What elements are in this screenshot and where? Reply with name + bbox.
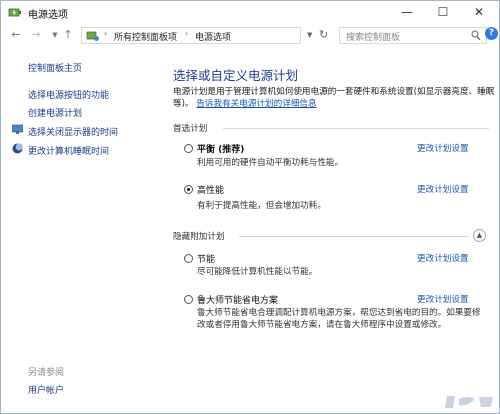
monitor-icon bbox=[12, 124, 23, 134]
main-content: 选择或自定义电源计划 电源计划是用于管理计算机如何使用电源的一套硬件和系统设置(… bbox=[161, 47, 499, 413]
control-panel-icon bbox=[86, 31, 99, 41]
navigation-bar: ← → ▼ ↑ › 所有控制面板项 › 电源选项 ▼ ↻ 搜索控制面板 bbox=[1, 25, 499, 47]
forward-arrow-icon[interactable]: → bbox=[29, 28, 43, 42]
sidebar-item-display-off-time[interactable]: 选择关闭显示器的时间 bbox=[28, 125, 118, 138]
watermark-logo bbox=[445, 396, 493, 408]
back-arrow-icon[interactable]: ← bbox=[9, 28, 23, 42]
window-title: 电源选项 bbox=[28, 10, 68, 21]
plan-high-performance-description: 有利于提高性能，但会增加功耗。 bbox=[197, 201, 326, 211]
power-options-window: 电源选项 — ☐ ✕ ← → ▼ ↑ › 所有控制面板项 › 电源选项 ▼ ↻ … bbox=[0, 0, 500, 414]
preferred-plans-label: 首选计划 bbox=[173, 124, 208, 134]
power-plan-info-link[interactable]: 告诉我有关电源计划的详细信息 bbox=[196, 99, 316, 109]
plan-ludashi-radio[interactable] bbox=[184, 295, 193, 304]
address-dropdown-chevron-icon[interactable]: ▼ bbox=[307, 31, 312, 39]
search-icon bbox=[471, 30, 481, 41]
plan-high-performance-radio[interactable] bbox=[184, 185, 193, 194]
see-also-heading: 另请参阅 bbox=[28, 368, 65, 378]
breadcrumb-power-options[interactable]: 电源选项 bbox=[195, 30, 231, 43]
sidebar-item-create-power-plan[interactable]: 创建电源计划 bbox=[28, 106, 82, 119]
plan-ludashi-description: 鲁大师节能省电合理调配计算机电源方案，帮您达到省电的目的。如果要修改或者停用鲁大… bbox=[197, 308, 481, 330]
sidebar-item-sleep-time[interactable]: 更改计算机睡眠时间 bbox=[28, 144, 109, 157]
search-input[interactable]: 搜索控制面板 bbox=[346, 30, 400, 43]
sleep-moon-icon bbox=[12, 143, 23, 154]
sidebar: 控制面板主页 选择电源按钮的功能 创建电源计划 选择关闭显示器的时间 更改计算机… bbox=[1, 47, 161, 413]
plan-power-saver-radio[interactable] bbox=[184, 254, 193, 263]
plan-power-saver-name: 节能 bbox=[197, 255, 216, 265]
plan-power-saver-description: 尽可能降低计算机性能以节能。 bbox=[197, 267, 318, 277]
plan-balanced-radio[interactable] bbox=[184, 144, 193, 153]
help-icon[interactable]: ? bbox=[485, 27, 498, 40]
collapse-chevron-up-icon[interactable]: ▲ bbox=[473, 229, 486, 242]
refresh-icon[interactable]: ↻ bbox=[319, 28, 328, 41]
hidden-plans-label: 隐藏附加计划 bbox=[173, 232, 225, 242]
search-box[interactable]: 搜索控制面板 bbox=[339, 27, 487, 44]
plan-ludashi-change-settings-link[interactable]: 更改计划设置 bbox=[417, 293, 469, 305]
close-button[interactable]: ✕ bbox=[461, 1, 497, 23]
plan-high-performance-change-settings-link[interactable]: 更改计划设置 bbox=[417, 183, 469, 195]
sidebar-control-panel-home[interactable]: 控制面板主页 bbox=[28, 61, 82, 74]
power-options-icon bbox=[8, 8, 21, 17]
breadcrumb-all-control-panel-items[interactable]: 所有控制面板项 bbox=[114, 30, 177, 43]
plan-ludashi-name: 鲁大师节能省电方案 bbox=[197, 296, 279, 306]
breadcrumb-separator-icon: › bbox=[104, 29, 108, 38]
title-bar: 电源选项 — ☐ ✕ bbox=[1, 1, 499, 25]
sidebar-item-user-accounts[interactable]: 用户帐户 bbox=[28, 383, 64, 396]
page-description: 电源计划是用于管理计算机如何使用电源的一套硬件和系统设置(如显示器亮度、睡眠等)… bbox=[173, 86, 497, 110]
plan-balanced-change-settings-link[interactable]: 更改计划设置 bbox=[417, 142, 469, 154]
page-title: 选择或自定义电源计划 bbox=[173, 68, 299, 83]
plan-high-performance-name: 高性能 bbox=[197, 186, 225, 196]
sidebar-item-power-button-function[interactable]: 选择电源按钮的功能 bbox=[28, 88, 109, 101]
section-divider bbox=[223, 128, 489, 129]
plan-balanced-name: 平衡 (推荐) bbox=[197, 145, 245, 155]
section-divider bbox=[239, 236, 469, 237]
minimize-button[interactable]: — bbox=[389, 1, 425, 23]
breadcrumb-separator-icon: › bbox=[185, 29, 189, 38]
plan-power-saver-change-settings-link[interactable]: 更改计划设置 bbox=[417, 252, 469, 264]
address-bar[interactable]: › 所有控制面板项 › 电源选项 bbox=[81, 27, 301, 44]
plan-balanced-description: 利用可用的硬件自动平衡功耗与性能。 bbox=[197, 158, 344, 168]
recent-locations-chevron-icon[interactable]: ▼ bbox=[48, 28, 62, 42]
maximize-button[interactable]: ☐ bbox=[425, 1, 461, 23]
up-arrow-icon[interactable]: ↑ bbox=[61, 28, 75, 42]
